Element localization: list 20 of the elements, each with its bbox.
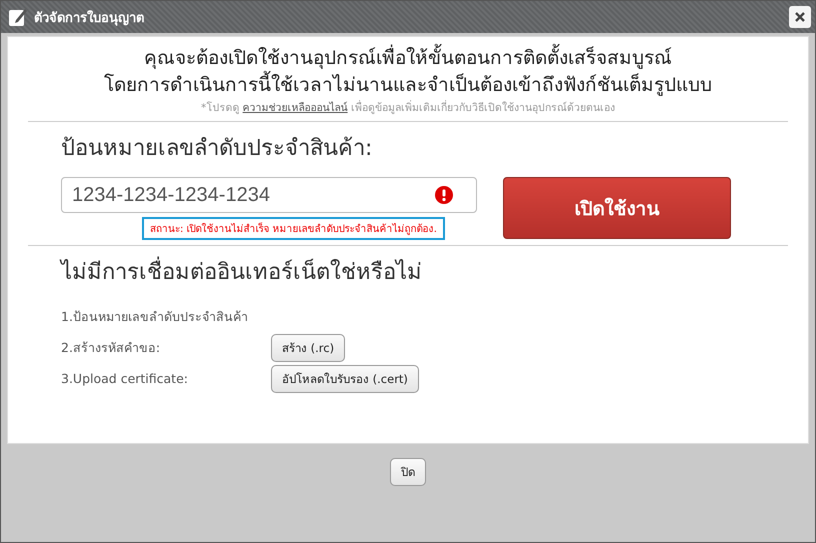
step-label: 2.สร้างรหัสคำขอ: [61, 338, 162, 356]
intro-text: โดยการดำเนินการนี้ใช้เวลาไม่นานและจำเป็นต้องเข้าถึงฟังก์ชันเต็มรูปแบบ [8, 72, 808, 99]
close-button[interactable] [789, 6, 811, 28]
close-icon [794, 11, 806, 23]
status-text: สถานะ: เปิดใช้งานไม่สำเร็จ หมายเลขลำดับประจำสินค้าไม่ถูกต้อง. [142, 217, 445, 240]
help-link[interactable]: ความช่วยเหลือออนไลน์ [242, 102, 348, 114]
offline-heading: ไม่มีการเชื่อมต่ออินเทอร์เน็ตใช่หรือไม่ [61, 254, 808, 289]
serial-heading: ป้อนหมายเลขลำดับประจำสินค้า: [61, 135, 374, 163]
window-title: ตัวจัดการใบอนุญาต [34, 9, 145, 28]
step-label: 1.ป้อนหมายเลขลำดับประจำสินค้า [61, 308, 249, 326]
activate-button[interactable]: เปิดใช้งาน [503, 177, 731, 239]
edit-icon [8, 7, 28, 27]
note-text: เพื่อดูข้อมูลเพิ่มเติมเกี่ยวกับวิธีเปิดใช้งานอุปกรณ์ด้วยตนเอง [350, 102, 615, 114]
step-button[interactable]: อัปโหลดใบรับรอง (.cert) [271, 364, 419, 392]
step-label: 3.Upload certificate: [61, 371, 189, 386]
step-button[interactable]: สร้าง (.rc) [271, 334, 346, 362]
serial-field[interactable]: 1234-1234-1234-1234 [61, 177, 477, 213]
close-dialog-button[interactable]: ปิด [390, 458, 426, 486]
note-text: *โปรดดู [201, 102, 240, 114]
intro-text: คุณจะต้องเปิดใช้งานอุปกรณ์เพื่อให้ขั้นตอนการติดตั้งเสร็จสมบูรณ์ [8, 45, 808, 72]
